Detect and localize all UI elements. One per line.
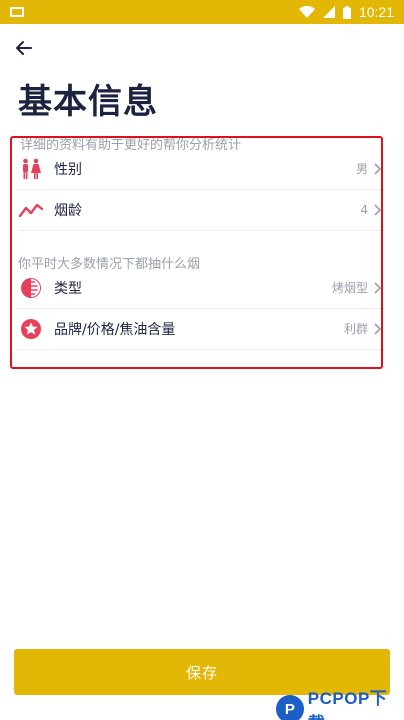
clock: 10:21 <box>358 4 394 20</box>
wifi-icon <box>298 6 315 18</box>
chevron-right-icon <box>374 162 384 176</box>
gender-value: 男 <box>355 162 368 176</box>
status-left <box>10 7 24 17</box>
brand-row[interactable]: 品牌/价格/焦油含量 利群 <box>18 308 384 350</box>
chevron-right-icon <box>374 203 384 217</box>
chevron-right-icon <box>374 322 384 336</box>
type-row[interactable]: 类型 烤烟型 <box>18 267 384 309</box>
battery-icon <box>342 5 351 19</box>
signal-icon <box>322 6 335 18</box>
gender-row[interactable]: 性别 男 <box>18 148 384 190</box>
type-label: 类型 <box>54 280 82 297</box>
gender-label: 性别 <box>54 161 82 178</box>
notification-icon <box>10 7 24 17</box>
trend-line-icon <box>18 197 44 223</box>
gender-icon <box>18 156 44 182</box>
page-title: 基本信息 <box>18 82 158 122</box>
status-right: 10:21 <box>298 4 394 20</box>
smoking-years-label: 烟龄 <box>54 202 82 219</box>
type-value: 烤烟型 <box>331 281 368 295</box>
watermark-logo: P PCPOP下载 <box>276 684 404 720</box>
brand-value: 利群 <box>343 322 368 336</box>
smoking-years-row[interactable]: 烟龄 4 <box>18 189 384 231</box>
back-arrow-icon <box>16 41 32 55</box>
back-button[interactable] <box>12 36 36 60</box>
star-badge-icon <box>18 316 44 342</box>
watermark-p-icon: P <box>276 695 304 720</box>
brand-label: 品牌/价格/焦油含量 <box>54 321 176 338</box>
status-bar: 10:21 <box>0 0 404 24</box>
half-circle-icon <box>18 275 44 301</box>
chevron-right-icon <box>374 281 384 295</box>
smoking-years-value: 4 <box>360 202 368 217</box>
watermark-text: PCPOP下载 <box>307 689 388 720</box>
